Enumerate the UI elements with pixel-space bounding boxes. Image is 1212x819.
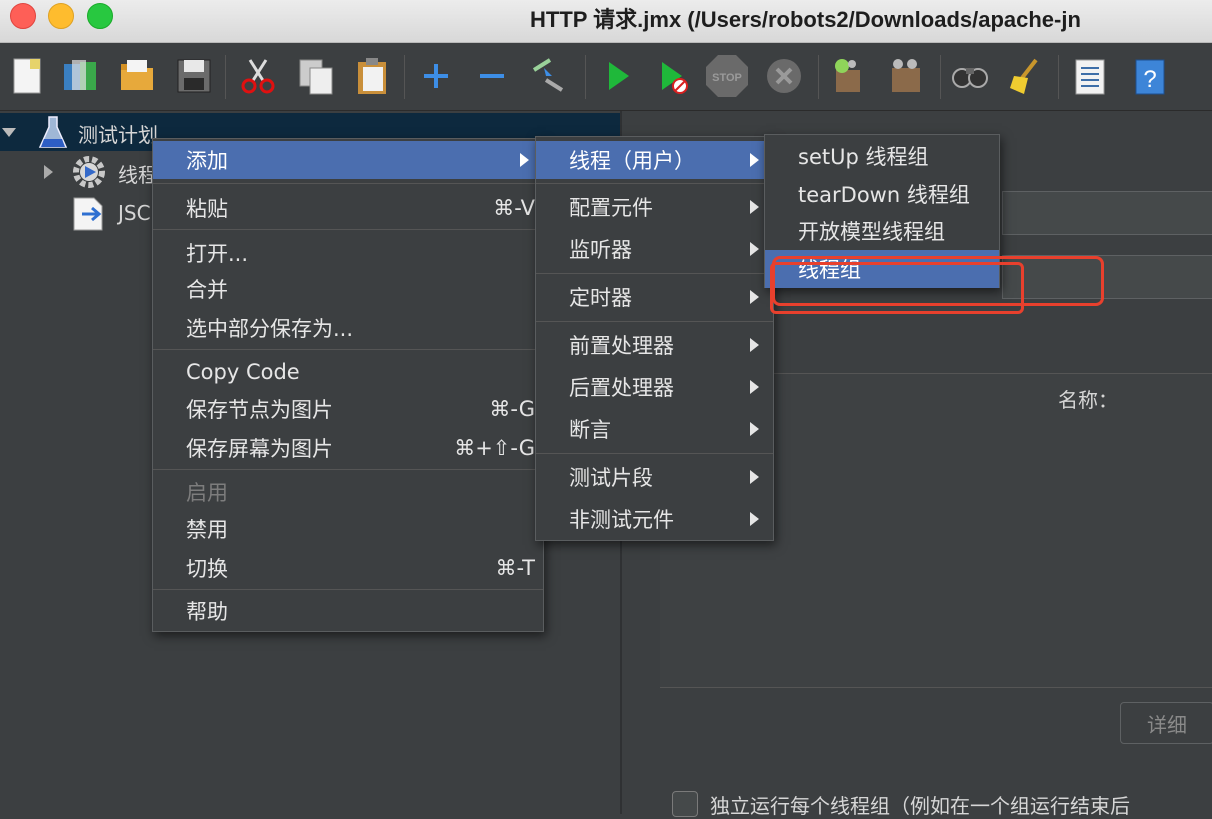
stop-icon[interactable]: STOP	[704, 53, 748, 99]
paste-icon[interactable]	[350, 53, 394, 99]
search-icon[interactable]	[948, 53, 992, 99]
save-icon[interactable]	[172, 53, 216, 99]
expand-arrow-icon[interactable]	[2, 128, 16, 137]
help-icon[interactable]: ?	[1128, 53, 1172, 99]
minimize-window-button[interactable]	[48, 3, 74, 29]
expand-icon[interactable]	[414, 53, 458, 99]
menu-item-toggle[interactable]: 切换 ⌘-T	[153, 549, 543, 587]
menu-item-threads-users[interactable]: 线程（用户）	[536, 141, 773, 179]
menu-item-paste[interactable]: 粘贴 ⌘-V	[153, 189, 543, 227]
name-column-header: 名称：	[1058, 388, 1118, 412]
title-bar: HTTP 请求.jmx (/Users/robots2/Downloads/ap…	[0, 0, 1212, 43]
function-helper-icon[interactable]	[1068, 53, 1112, 99]
menu-item-merge[interactable]: 合并	[153, 270, 543, 308]
checkbox-label: 独立运行每个线程组（例如在一个组运行结束后	[710, 794, 1130, 818]
toggle-icon[interactable]	[526, 53, 570, 99]
clear-icon[interactable]	[826, 53, 870, 99]
annotation-highlight-box-outer	[772, 256, 1104, 306]
clear-all-icon[interactable]	[884, 53, 928, 99]
templates-icon[interactable]	[58, 53, 102, 99]
menu-item-save-selection-as[interactable]: 选中部分保存为...	[153, 309, 543, 347]
menu-item-copy-code[interactable]: Copy Code	[153, 353, 543, 391]
collapsed-arrow-icon[interactable]	[44, 165, 53, 179]
add-submenu: 线程（用户） 配置元件 监听器 定时器 前置处理器 后置处理器 断言 测试片段 …	[535, 136, 774, 541]
menu-item-post-processor[interactable]: 后置处理器	[536, 368, 773, 406]
menu-item-save-screen-as-image[interactable]: 保存屏幕为图片 ⌘+⇧-G	[153, 429, 543, 467]
svg-text:STOP: STOP	[712, 72, 742, 84]
menu-item-open-model-thread-group[interactable]: 开放模型线程组	[765, 212, 999, 250]
close-window-button[interactable]	[10, 3, 36, 29]
menu-item-listener[interactable]: 监听器	[536, 230, 773, 268]
window-title: HTTP 请求.jmx (/Users/robots2/Downloads/ap…	[530, 7, 1081, 32]
menu-item-setup-thread-group[interactable]: setUp 线程组	[765, 137, 999, 175]
shutdown-icon[interactable]	[762, 53, 806, 99]
tree-node-label: JSC	[118, 201, 151, 225]
menu-item-pre-processor[interactable]: 前置处理器	[536, 326, 773, 364]
run-groups-consecutively-checkbox[interactable]	[672, 791, 698, 817]
menu-item-save-node-as-image[interactable]: 保存节点为图片 ⌘-G	[153, 390, 543, 428]
svg-text:?: ?	[1143, 66, 1156, 93]
script-icon	[72, 197, 106, 236]
open-icon[interactable]	[115, 53, 159, 99]
reset-search-icon[interactable]	[1004, 53, 1048, 99]
name-field[interactable]	[1002, 191, 1212, 235]
detail-button[interactable]: 详细	[1120, 702, 1212, 744]
flask-icon	[38, 115, 68, 154]
gear-icon	[72, 155, 106, 194]
menu-item-help[interactable]: 帮助	[153, 592, 543, 630]
context-menu: 添加 粘贴 ⌘-V 打开... 合并 选中部分保存为... Copy Code 保…	[152, 138, 544, 632]
toolbar: STOP ?	[0, 43, 1212, 111]
start-icon[interactable]	[595, 53, 639, 99]
menu-item-enable: 启用	[186, 481, 228, 505]
copy-icon[interactable]	[294, 53, 338, 99]
menu-item-assertion[interactable]: 断言	[536, 410, 773, 448]
menu-item-teardown-thread-group[interactable]: tearDown 线程组	[765, 175, 999, 213]
menu-item-timer[interactable]: 定时器	[536, 278, 773, 316]
menu-item-add[interactable]: 添加	[153, 141, 543, 179]
tree-node-label: 测试计划	[78, 123, 158, 147]
new-icon[interactable]	[5, 53, 49, 99]
cut-icon[interactable]	[236, 53, 280, 99]
zoom-window-button[interactable]	[87, 3, 113, 29]
menu-item-open[interactable]: 打开...	[153, 234, 543, 272]
menu-item-test-fragment[interactable]: 测试片段	[536, 458, 773, 496]
menu-item-non-test-element[interactable]: 非测试元件	[536, 500, 773, 538]
menu-item-config-element[interactable]: 配置元件	[536, 188, 773, 226]
collapse-icon[interactable]	[470, 53, 514, 99]
menu-item-disable[interactable]: 禁用	[153, 510, 543, 548]
start-no-pauses-icon[interactable]	[650, 53, 694, 99]
